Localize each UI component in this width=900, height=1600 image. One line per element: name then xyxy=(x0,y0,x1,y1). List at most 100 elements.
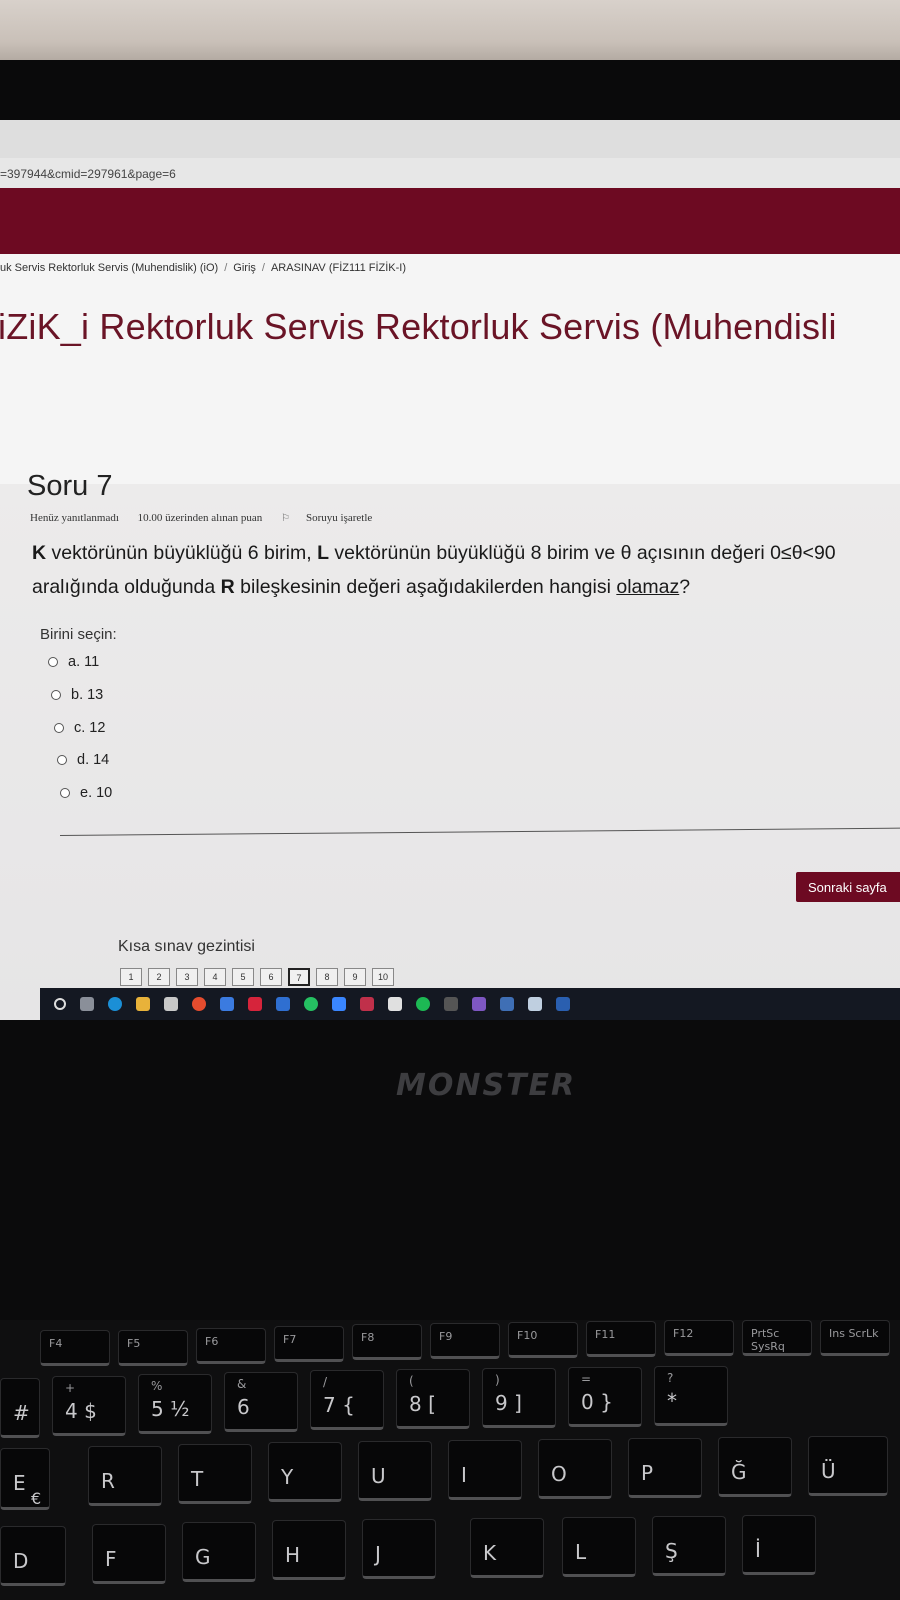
radio-button[interactable] xyxy=(57,755,67,765)
option-e[interactable]: e. 10 xyxy=(60,785,112,801)
key-question[interactable]: ? * xyxy=(654,1366,728,1426)
key-8[interactable]: (8 [ xyxy=(396,1369,470,1429)
url-text[interactable]: =397944&cmid=297961&page=6 xyxy=(0,167,176,181)
option-d[interactable]: d. 14 xyxy=(57,752,109,768)
windows-taskbar xyxy=(40,988,900,1020)
quiz-nav-page[interactable]: 4 xyxy=(204,968,226,986)
key-i-dotted[interactable]: İ xyxy=(742,1515,816,1575)
key-f8[interactable]: F8 xyxy=(352,1324,422,1360)
key-f11[interactable]: F11 xyxy=(586,1321,656,1357)
radio-button[interactable] xyxy=(60,788,70,798)
breadcrumb-course[interactable]: uk Servis Rektorluk Servis (Muhendislik)… xyxy=(0,262,218,274)
key-h[interactable]: H xyxy=(272,1520,346,1580)
app-icon[interactable] xyxy=(248,997,262,1011)
edge-icon[interactable] xyxy=(108,997,122,1011)
key-o[interactable]: O xyxy=(538,1439,612,1499)
key-y[interactable]: Y xyxy=(268,1442,342,1502)
key-i[interactable]: I xyxy=(448,1440,522,1500)
task-view-icon[interactable] xyxy=(80,997,94,1011)
key-k[interactable]: K xyxy=(470,1518,544,1578)
app-icon[interactable] xyxy=(556,997,570,1011)
option-b[interactable]: b. 13 xyxy=(51,687,103,703)
breadcrumb-home[interactable]: Giriş xyxy=(233,262,256,274)
key-l[interactable]: L xyxy=(562,1517,636,1577)
radio-button[interactable] xyxy=(54,723,64,733)
chrome-icon[interactable] xyxy=(192,997,206,1011)
check-icon[interactable] xyxy=(332,997,346,1011)
key-label: 9 ] xyxy=(495,1391,522,1415)
key-label: 7 { xyxy=(323,1393,355,1417)
key-f[interactable]: F xyxy=(92,1524,166,1584)
flag-label: Soruyu işaretle xyxy=(306,512,373,524)
question-text-part: ? xyxy=(679,576,691,598)
breadcrumb-quiz[interactable]: ARASINAV (FİZ111 FİZİK-I) xyxy=(271,262,406,274)
key-4[interactable]: +4 $ xyxy=(52,1376,126,1436)
key-hash[interactable]: # xyxy=(0,1378,40,1438)
key-f4[interactable]: F4 xyxy=(40,1330,110,1366)
key-s-cedilla[interactable]: Ş xyxy=(652,1516,726,1576)
epic-games-icon[interactable] xyxy=(444,997,458,1011)
key-label: * xyxy=(667,1389,677,1413)
key-u-umlaut[interactable]: Ü xyxy=(808,1436,888,1496)
quiz-nav-page-current[interactable]: 7 xyxy=(288,968,310,986)
key-sublabel: ) xyxy=(495,1373,500,1387)
key-g[interactable]: G xyxy=(182,1522,256,1582)
quiz-nav-page[interactable]: 3 xyxy=(176,968,198,986)
calculator-icon[interactable] xyxy=(388,997,402,1011)
whatsapp-icon[interactable] xyxy=(304,997,318,1011)
key-prtsc[interactable]: PrtSc SysRq xyxy=(742,1320,812,1356)
key-9[interactable]: ) 9 ] xyxy=(482,1368,556,1428)
quiz-nav-page[interactable]: 5 xyxy=(232,968,254,986)
flag-question-link[interactable]: ⚐ Soruyu işaretle xyxy=(281,512,388,524)
key-f6[interactable]: F6 xyxy=(196,1328,266,1364)
key-label: F xyxy=(105,1547,117,1571)
key-j[interactable]: J xyxy=(362,1519,436,1579)
radio-button[interactable] xyxy=(51,690,61,700)
key-6[interactable]: & 6 xyxy=(224,1372,298,1432)
key-0[interactable]: = 0 } xyxy=(568,1367,642,1427)
quiz-nav-page[interactable]: 9 xyxy=(344,968,366,986)
quiz-nav-page[interactable]: 2 xyxy=(148,968,170,986)
radio-button[interactable] xyxy=(48,657,58,667)
vector-r: R xyxy=(220,576,235,598)
key-7[interactable]: / 7 { xyxy=(310,1370,384,1430)
key-f10[interactable]: F10 xyxy=(508,1322,578,1358)
key-f12[interactable]: F12 xyxy=(664,1320,734,1356)
key-label: R xyxy=(101,1469,115,1493)
key-g-breve[interactable]: Ğ xyxy=(718,1437,792,1497)
key-d[interactable]: D xyxy=(0,1526,66,1586)
file-explorer-icon[interactable] xyxy=(136,997,150,1011)
store-icon[interactable] xyxy=(164,997,178,1011)
app-icon[interactable] xyxy=(528,997,542,1011)
key-label: H xyxy=(285,1543,301,1567)
quiz-nav-page[interactable]: 1 xyxy=(120,968,142,986)
quiz-nav-page[interactable]: 6 xyxy=(260,968,282,986)
visual-studio-icon[interactable] xyxy=(472,997,486,1011)
key-r[interactable]: R xyxy=(88,1446,162,1506)
key-f7[interactable]: F7 xyxy=(274,1326,344,1362)
app-icon[interactable] xyxy=(220,997,234,1011)
key-f5[interactable]: F5 xyxy=(118,1330,188,1366)
key-ins[interactable]: Ins ScrLk xyxy=(820,1320,890,1356)
key-label: F9 xyxy=(439,1330,453,1343)
key-5[interactable]: % 5 ½ xyxy=(138,1374,212,1434)
key-label: T xyxy=(191,1467,204,1491)
quiz-nav-page[interactable]: 8 xyxy=(316,968,338,986)
search-icon[interactable] xyxy=(54,998,66,1010)
key-label: F6 xyxy=(205,1335,219,1348)
key-p[interactable]: P xyxy=(628,1438,702,1498)
key-t[interactable]: T xyxy=(178,1444,252,1504)
option-a[interactable]: a. 11 xyxy=(48,654,99,670)
option-label: d. 14 xyxy=(77,752,110,768)
app-icon[interactable] xyxy=(500,997,514,1011)
app-icon[interactable] xyxy=(360,997,374,1011)
key-f9[interactable]: F9 xyxy=(430,1323,500,1359)
mail-icon[interactable] xyxy=(276,997,290,1011)
option-c[interactable]: c. 12 xyxy=(54,720,105,736)
key-label: Ü xyxy=(821,1459,836,1483)
next-page-button[interactable]: Sonraki sayfa xyxy=(796,872,900,902)
spotify-icon[interactable] xyxy=(416,997,430,1011)
quiz-nav-page[interactable]: 10 xyxy=(372,968,394,986)
key-e[interactable]: E € xyxy=(0,1448,50,1510)
key-u[interactable]: U xyxy=(358,1441,432,1501)
